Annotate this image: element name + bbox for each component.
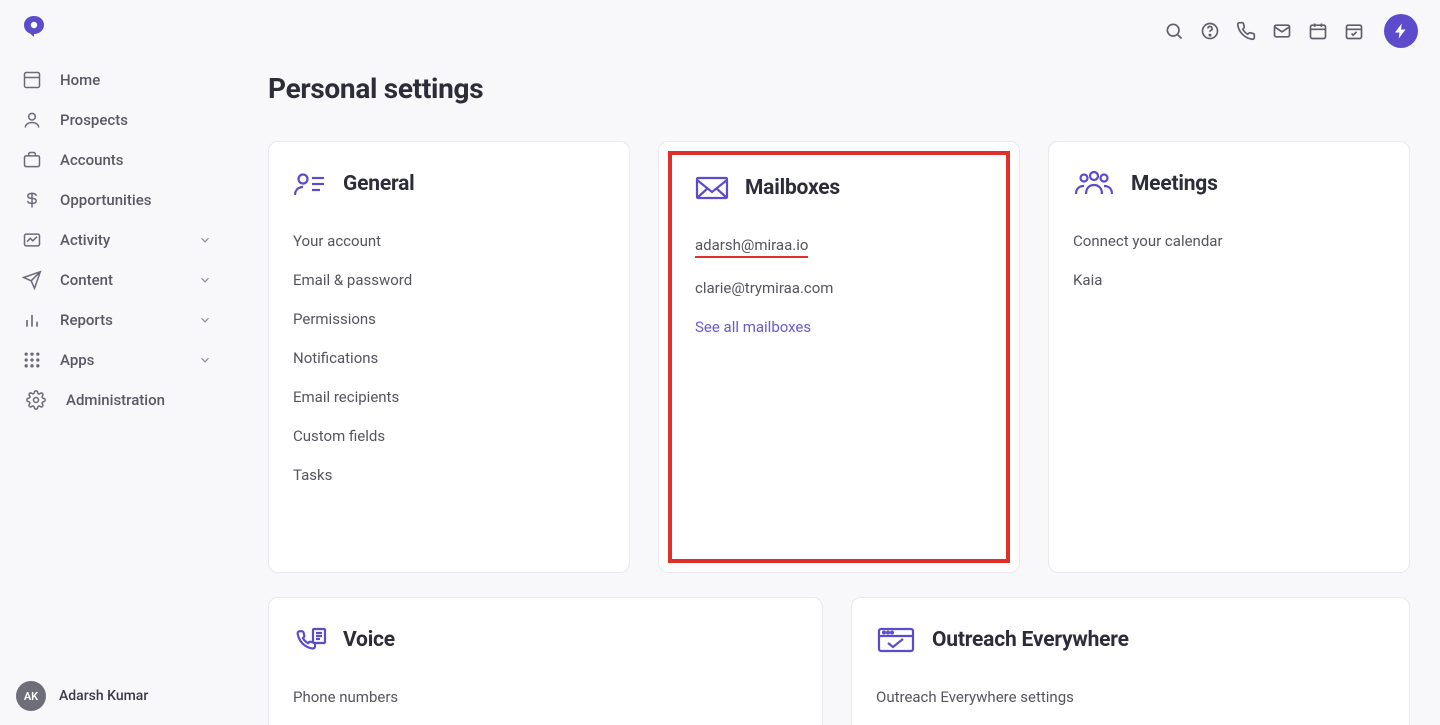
voice-icon	[293, 626, 327, 654]
nav: Home Prospects Accounts Opportunities Ac…	[0, 52, 230, 667]
home-icon	[22, 70, 42, 90]
sidebar-item-administration[interactable]: Administration	[12, 380, 222, 420]
sidebar-item-label: Activity	[60, 231, 110, 249]
card-title: Meetings	[1131, 172, 1218, 196]
bar-chart-icon	[22, 310, 42, 330]
link-email-recipients[interactable]: Email recipients	[293, 388, 605, 406]
user-icon	[22, 110, 42, 130]
mailbox-icon	[695, 174, 729, 202]
card-title: Outreach Everywhere	[932, 628, 1129, 652]
link-email-password[interactable]: Email & password	[293, 271, 605, 289]
card-meetings: Meetings Connect your calendar Kaia	[1048, 141, 1410, 573]
logo[interactable]	[0, 14, 230, 52]
main: Personal settings General Your account E…	[230, 0, 1440, 725]
link-your-account[interactable]: Your account	[293, 232, 605, 250]
sidebar-item-label: Content	[60, 271, 113, 289]
sidebar: Home Prospects Accounts Opportunities Ac…	[0, 0, 230, 725]
link-phone-numbers[interactable]: Phone numbers	[293, 688, 798, 706]
user-name: Adarsh Kumar	[59, 688, 148, 704]
link-outreach-everywhere-settings[interactable]: Outreach Everywhere settings	[876, 688, 1385, 706]
sidebar-item-label: Opportunities	[60, 191, 151, 209]
sidebar-item-opportunities[interactable]: Opportunities	[12, 180, 222, 220]
link-custom-fields[interactable]: Custom fields	[293, 427, 605, 445]
briefcase-icon	[22, 150, 42, 170]
send-icon	[22, 270, 42, 290]
card-outreach-everywhere: Outreach Everywhere Outreach Everywhere …	[851, 597, 1410, 725]
link-mailbox-1[interactable]: adarsh@miraa.io	[695, 236, 995, 258]
chevron-down-icon	[198, 313, 212, 327]
gear-icon	[26, 390, 46, 410]
link-tasks[interactable]: Tasks	[293, 466, 605, 484]
card-voice: Voice Phone numbers	[268, 597, 823, 725]
help-icon[interactable]	[1200, 21, 1220, 41]
link-see-all-mailboxes[interactable]: See all mailboxes	[695, 318, 995, 336]
search-icon[interactable]	[1164, 21, 1184, 41]
link-permissions[interactable]: Permissions	[293, 310, 605, 328]
mail-icon[interactable]	[1272, 21, 1292, 41]
card-title: Mailboxes	[745, 176, 840, 200]
link-kaia[interactable]: Kaia	[1073, 271, 1385, 289]
sidebar-item-label: Administration	[66, 391, 165, 409]
sidebar-item-reports[interactable]: Reports	[12, 300, 222, 340]
sidebar-item-home[interactable]: Home	[12, 60, 222, 100]
dollar-icon	[22, 190, 42, 210]
link-notifications[interactable]: Notifications	[293, 349, 605, 367]
link-mailbox-2[interactable]: clarie@trymiraa.com	[695, 279, 995, 297]
general-icon	[293, 170, 327, 198]
sidebar-item-label: Reports	[60, 311, 113, 329]
meetings-icon	[1073, 170, 1115, 198]
card-mailboxes: Mailboxes adarsh@miraa.io clarie@trymira…	[658, 141, 1020, 573]
chevron-down-icon	[198, 353, 212, 367]
sidebar-item-content[interactable]: Content	[12, 260, 222, 300]
calendar-icon[interactable]	[1308, 21, 1328, 41]
activity-icon	[22, 230, 42, 250]
card-general: General Your account Email & password Pe…	[268, 141, 630, 573]
sidebar-item-label: Apps	[60, 351, 94, 369]
bolt-icon	[1392, 22, 1410, 40]
sidebar-item-accounts[interactable]: Accounts	[12, 140, 222, 180]
mailbox-1-label: adarsh@miraa.io	[695, 236, 808, 258]
browser-check-icon	[876, 626, 916, 654]
sidebar-item-activity[interactable]: Activity	[12, 220, 222, 260]
chevron-down-icon	[198, 273, 212, 287]
sidebar-item-prospects[interactable]: Prospects	[12, 100, 222, 140]
sidebar-item-label: Accounts	[60, 151, 124, 169]
card-title: Voice	[343, 628, 395, 652]
phone-icon[interactable]	[1236, 21, 1256, 41]
brand-logo-icon	[22, 14, 46, 38]
content: Personal settings General Your account E…	[230, 0, 1440, 725]
card-title: General	[343, 172, 415, 196]
sidebar-item-label: Home	[60, 71, 100, 89]
topbar	[1164, 0, 1440, 48]
sidebar-item-apps[interactable]: Apps	[12, 340, 222, 380]
user-footer[interactable]: AK Adarsh Kumar	[0, 667, 230, 725]
chevron-down-icon	[198, 233, 212, 247]
profile-avatar[interactable]	[1384, 14, 1418, 48]
grid-icon	[22, 350, 42, 370]
page-title: Personal settings	[268, 72, 1410, 105]
link-connect-calendar[interactable]: Connect your calendar	[1073, 232, 1385, 250]
sidebar-item-label: Prospects	[60, 111, 128, 129]
user-avatar: AK	[16, 681, 46, 711]
calendar-check-icon[interactable]	[1344, 21, 1364, 41]
